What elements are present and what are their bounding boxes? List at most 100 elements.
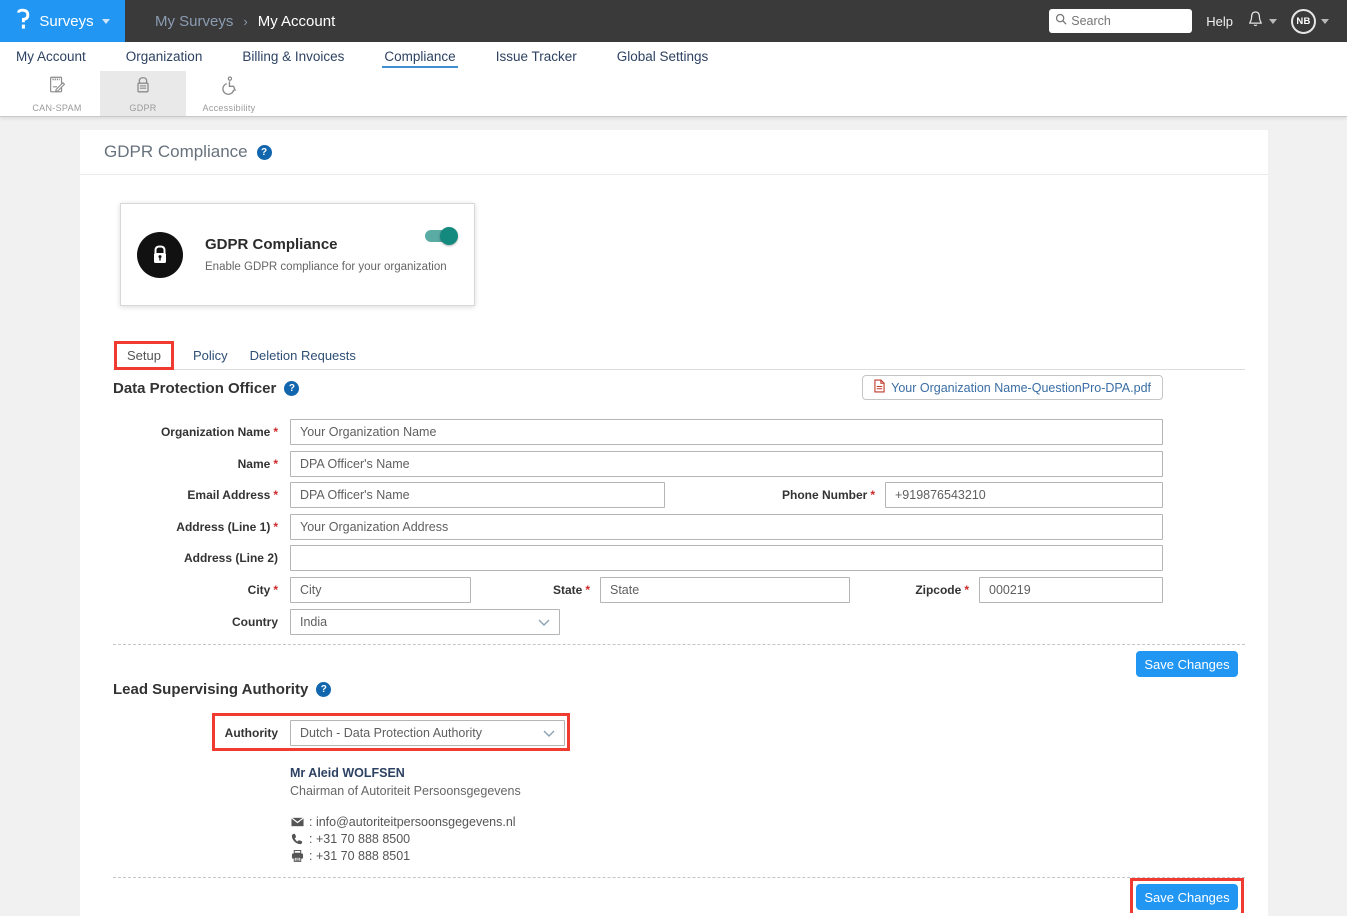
- dpo-form: Organization Name* Name* Email Address* …: [113, 419, 1163, 644]
- gdpr-tabs: Setup Policy Deletion Requests: [113, 342, 1245, 370]
- dpo-heading: Data Protection Officer: [113, 380, 276, 397]
- contact-phone: : +31 70 888 8500: [309, 832, 410, 846]
- search-icon: [1055, 12, 1067, 30]
- authority-label: Authority: [113, 726, 278, 740]
- form-row: Address (Line 1)*: [113, 514, 1163, 540]
- topbar: Surveys My Surveys › My Account Help NB: [0, 0, 1347, 42]
- toggle-knob: [440, 227, 458, 245]
- tab-deletion-requests[interactable]: Deletion Requests: [250, 348, 356, 363]
- address2-label: Address (Line 2): [113, 551, 278, 565]
- help-icon[interactable]: ?: [284, 381, 299, 396]
- required-marker: *: [964, 583, 969, 597]
- nav-compliance[interactable]: Compliance: [382, 45, 457, 68]
- form-row: Name*: [113, 451, 1163, 477]
- required-marker: *: [273, 583, 278, 597]
- email-label: Email Address*: [113, 488, 278, 502]
- country-value: India: [300, 615, 327, 629]
- organization-name-field[interactable]: [290, 419, 1163, 445]
- help-link[interactable]: Help: [1206, 14, 1233, 29]
- tab-policy[interactable]: Policy: [193, 348, 228, 363]
- notifications-button[interactable]: [1247, 10, 1277, 33]
- phone-field[interactable]: [885, 482, 1163, 508]
- card-text: GDPR Compliance Enable GDPR compliance f…: [205, 236, 447, 273]
- form-row: Organization Name*: [113, 419, 1163, 445]
- form-row: Address (Line 2): [113, 545, 1163, 571]
- help-icon[interactable]: ?: [316, 682, 331, 697]
- address-line1-field[interactable]: [290, 514, 1163, 540]
- product-switcher[interactable]: Surveys: [0, 0, 125, 42]
- state-field[interactable]: [600, 577, 850, 603]
- form-row: Email Address* Phone Number*: [113, 482, 1163, 508]
- nav-my-account[interactable]: My Account: [14, 45, 88, 68]
- search-box[interactable]: [1049, 9, 1192, 33]
- nav-organization[interactable]: Organization: [124, 45, 205, 68]
- contact-title: Chairman of Autoriteit Persoonsgegevens: [290, 784, 521, 798]
- pdf-file-icon: [874, 379, 885, 396]
- authority-contact-card: Mr Aleid WOLFSEN Chairman of Autoriteit …: [290, 766, 521, 863]
- wheelchair-icon: [219, 75, 239, 100]
- page-title-row: GDPR Compliance ?: [80, 130, 1268, 175]
- content-panel: GDPR Compliance ? GDPR Compliance Enable…: [80, 130, 1268, 916]
- tab-gdpr[interactable]: GDPR: [100, 71, 186, 116]
- document-pencil-icon: [47, 75, 67, 100]
- nav-global-settings[interactable]: Global Settings: [615, 45, 711, 68]
- account-nav: My Account Organization Billing & Invoic…: [0, 42, 1347, 71]
- state-label: State*: [471, 583, 590, 597]
- topbar-actions: Help NB: [1049, 9, 1347, 34]
- city-label: City*: [113, 583, 278, 597]
- account-menu[interactable]: NB: [1291, 9, 1329, 34]
- city-field[interactable]: [290, 577, 471, 603]
- card-subtitle: Enable GDPR compliance for your organiza…: [205, 261, 447, 273]
- phone-icon: [290, 833, 304, 845]
- tab-can-spam[interactable]: CAN-SPAM: [14, 71, 100, 116]
- help-icon[interactable]: ?: [257, 145, 272, 160]
- divider: [113, 877, 1245, 878]
- questionpro-logo-icon: [15, 8, 31, 35]
- lsa-heading: Lead Supervising Authority: [113, 681, 308, 698]
- tab-label: GDPR: [129, 103, 156, 113]
- tab-accessibility[interactable]: Accessibility: [186, 71, 272, 116]
- card-title: GDPR Compliance: [205, 236, 447, 253]
- nav-issue-tracker[interactable]: Issue Tracker: [494, 45, 579, 68]
- bell-icon: [1247, 10, 1264, 33]
- form-row: City* State* Zipcode*: [113, 577, 1163, 603]
- email-field[interactable]: [290, 482, 665, 508]
- authority-select[interactable]: Dutch - Data Protection Authority: [290, 720, 565, 746]
- contact-email-line: : info@autoriteitpersoonsgegevens.nl: [290, 815, 521, 829]
- name-field[interactable]: [290, 451, 1163, 477]
- authority-row: Authority Dutch - Data Protection Author…: [113, 720, 565, 746]
- fax-icon: [290, 850, 304, 862]
- breadcrumb-my-surveys[interactable]: My Surveys: [155, 13, 233, 30]
- nav-billing-invoices[interactable]: Billing & Invoices: [240, 45, 346, 68]
- chevron-down-icon: [543, 726, 555, 740]
- compliance-subnav: CAN-SPAM GDPR Accessibility: [0, 71, 1347, 117]
- lock-icon: [137, 232, 183, 278]
- required-marker: *: [273, 457, 278, 471]
- pdf-button-label: Your Organization Name-QuestionPro-DPA.p…: [891, 381, 1151, 395]
- contact-email: : info@autoriteitpersoonsgegevens.nl: [309, 815, 516, 829]
- gdpr-toggle[interactable]: [425, 230, 456, 242]
- chevron-down-icon: [102, 19, 110, 24]
- zipcode-field[interactable]: [979, 577, 1163, 603]
- page-title: GDPR Compliance: [104, 142, 248, 162]
- country-select[interactable]: India: [290, 609, 560, 635]
- authority-save-button[interactable]: Save Changes: [1136, 884, 1238, 910]
- dpo-save-button[interactable]: Save Changes: [1136, 651, 1238, 677]
- contact-fax: : +31 70 888 8501: [309, 849, 410, 863]
- chevron-down-icon: [1321, 19, 1329, 24]
- tab-setup[interactable]: Setup: [117, 344, 171, 367]
- chevron-down-icon: [1269, 19, 1277, 24]
- dpa-pdf-download-button[interactable]: Your Organization Name-QuestionPro-DPA.p…: [862, 375, 1163, 400]
- address-line2-field[interactable]: [290, 545, 1163, 571]
- phone-label: Phone Number*: [665, 488, 875, 502]
- form-row: Country India: [113, 609, 1163, 635]
- contact-phone-line: : +31 70 888 8500: [290, 832, 521, 846]
- required-marker: *: [273, 520, 278, 534]
- authority-value: Dutch - Data Protection Authority: [300, 726, 482, 740]
- required-marker: *: [273, 488, 278, 502]
- name-label: Name*: [113, 457, 278, 471]
- breadcrumb-separator: ›: [243, 14, 247, 29]
- breadcrumb: My Surveys › My Account: [155, 13, 335, 30]
- search-input[interactable]: [1071, 14, 1186, 28]
- contact-name: Mr Aleid WOLFSEN: [290, 766, 521, 780]
